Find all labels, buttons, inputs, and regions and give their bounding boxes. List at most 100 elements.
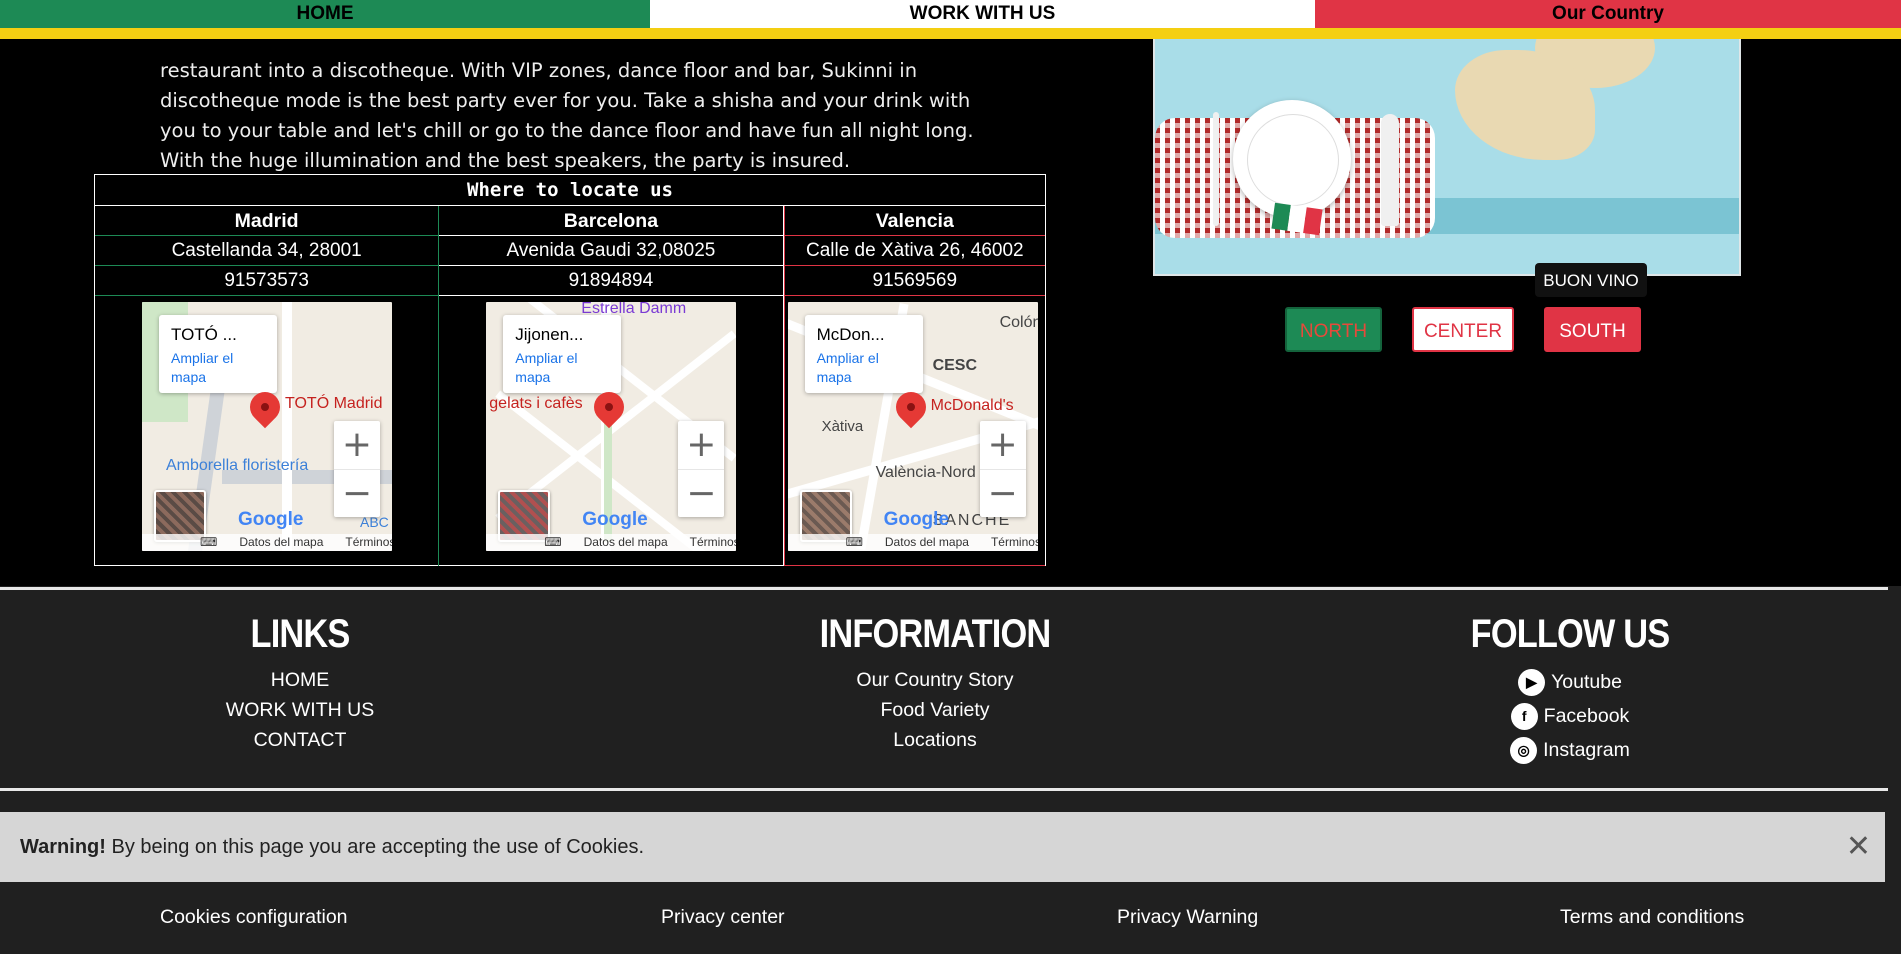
footer-contact-link[interactable]: CONTACT: [200, 725, 400, 755]
close-icon[interactable]: ✕: [1846, 812, 1871, 882]
youtube-icon: ▶: [1518, 668, 1546, 696]
map-label: CESC: [932, 357, 978, 374]
map-label: Amborella floristería: [166, 457, 309, 474]
site-footer: LINKS HOME WORK WITH US CONTACT INFORMAT…: [0, 586, 1901, 954]
locations-table: Where to locate us Madrid Castellanda 34…: [94, 174, 1046, 566]
italy-illustration: [1153, 36, 1741, 276]
map-info-card: TOTÓ ... Ampliar el mapa: [159, 315, 277, 393]
map-label: Colón: [999, 314, 1038, 331]
footer-country-story-link[interactable]: Our Country Story: [795, 665, 1075, 695]
nav-yellow-stripe: [0, 28, 1901, 39]
map-info-card: Jijonen... Ampliar el mapa: [503, 315, 622, 393]
footer-links-title: LINKS: [250, 612, 351, 656]
terms-link[interactable]: Terms and conditions: [1560, 906, 1744, 929]
cookies-configuration-link[interactable]: Cookies configuration: [160, 906, 348, 929]
nav-work-with-us-link[interactable]: WORK WITH US: [650, 0, 1315, 28]
city-address: Avenida Gaudi 32,08025: [439, 236, 783, 266]
city-phone: 91573573: [95, 266, 439, 296]
map-terms-link[interactable]: Términos: [345, 535, 392, 549]
facebook-link[interactable]: f Facebook: [1450, 699, 1690, 733]
madrid-column: Madrid Castellanda 34, 28001 91573573 TO…: [95, 206, 440, 566]
map-terms-link[interactable]: Términos: [690, 535, 737, 549]
map-zoom-control: + −: [334, 421, 380, 517]
zoom-out-button[interactable]: −: [334, 469, 380, 518]
footer-divider: [0, 587, 1888, 590]
nav-our-country-link[interactable]: Our Country: [1315, 0, 1901, 28]
facebook-icon: f: [1510, 702, 1538, 730]
map-enlarge-link[interactable]: Ampliar el mapa: [817, 350, 879, 385]
footer-information-title: INFORMATION: [819, 612, 1052, 656]
region-tooltip: BUON VINO: [1535, 263, 1647, 297]
instagram-icon: ◎: [1510, 736, 1538, 764]
spoon-icon: [1381, 114, 1399, 226]
footer-locations-link[interactable]: Locations: [795, 725, 1075, 755]
fork-icon: [1213, 112, 1219, 226]
map-place-name: Jijonen...: [515, 325, 584, 344]
city-name: Barcelona: [439, 206, 783, 236]
map-zoom-control: + −: [678, 421, 725, 518]
instagram-link[interactable]: ◎ Instagram: [1450, 733, 1690, 767]
google-logo: Google: [238, 509, 304, 530]
cookie-warning-banner: Warning! By being on this page you are a…: [0, 812, 1885, 882]
map-label: Xàtiva: [821, 418, 864, 435]
map-place-name: TOTÓ ...: [171, 325, 237, 344]
zoom-out-button[interactable]: −: [678, 469, 725, 518]
city-address: Castellanda 34, 28001: [95, 236, 439, 266]
map-data-link[interactable]: Datos del mapa: [584, 535, 668, 549]
map-label: València-Nord: [875, 464, 976, 481]
keyboard-icon[interactable]: ⌨: [544, 535, 561, 549]
map-enlarge-link[interactable]: Ampliar el mapa: [171, 350, 233, 385]
footer-home-link[interactable]: HOME: [200, 665, 400, 695]
zoom-in-button[interactable]: +: [334, 421, 380, 469]
map-label: McDonald's: [930, 397, 1014, 414]
google-logo: Google: [582, 509, 648, 530]
footer-follow-column: FOLLOW US ▶ Youtube f Facebook ◎ Instagram: [1450, 612, 1690, 767]
map-data-link[interactable]: Datos del mapa: [239, 535, 323, 549]
footer-follow-title: FOLLOW US: [1470, 612, 1670, 656]
map-terms-link[interactable]: Términos: [991, 535, 1038, 549]
footer-food-variety-link[interactable]: Food Variety: [795, 695, 1075, 725]
city-name: Madrid: [95, 206, 439, 236]
map-place-name: McDon...: [816, 325, 885, 344]
cookie-warning-text: By being on this page you are accepting …: [105, 836, 645, 858]
north-button[interactable]: NORTH: [1285, 307, 1382, 352]
map-label: gelats i cafès: [489, 395, 583, 412]
plate-icon: [1233, 100, 1351, 218]
youtube-link[interactable]: ▶ Youtube: [1450, 665, 1690, 699]
zoom-in-button[interactable]: +: [980, 421, 1026, 469]
map-footer: ⌨ Datos del mapa Términos: [486, 534, 737, 551]
locations-title: Where to locate us: [95, 175, 1045, 206]
keyboard-icon[interactable]: ⌨: [846, 535, 863, 549]
city-phone: 91894894: [439, 266, 783, 296]
google-logo: Google: [883, 509, 950, 530]
footer-divider: [0, 788, 1888, 791]
barcelona-map[interactable]: Estrella Damm Jijonen... Ampliar el mapa…: [486, 302, 737, 551]
zoom-in-button[interactable]: +: [678, 421, 724, 469]
map-enlarge-link[interactable]: Ampliar el mapa: [515, 350, 577, 385]
south-button[interactable]: SOUTH: [1544, 307, 1641, 352]
city-address: Calle de Xàtiva 26, 46002: [784, 236, 1046, 266]
valencia-map[interactable]: Colón CESC McDon... Ampliar el mapa McDo…: [787, 302, 1038, 551]
barcelona-column: Barcelona Avenida Gaudi 32,08025 9189489…: [439, 206, 784, 566]
center-button[interactable]: CENTER: [1412, 307, 1514, 352]
madrid-map[interactable]: TOTÓ ... Ampliar el mapa TOTÓ Madrid Amb…: [142, 302, 392, 551]
footer-work-link[interactable]: WORK WITH US: [200, 695, 400, 725]
zoom-out-button[interactable]: −: [979, 469, 1026, 518]
city-name: Valencia: [784, 206, 1046, 236]
map-zoom-control: + −: [979, 421, 1026, 518]
map-footer: ⌨ Datos del mapa Términos: [787, 534, 1038, 551]
map-footer: ⌨ Datos del mapa Términos: [142, 534, 392, 551]
city-phone: 91569569: [784, 266, 1046, 296]
nav-home-link[interactable]: HOME: [0, 0, 650, 28]
privacy-warning-link[interactable]: Privacy Warning: [1117, 906, 1258, 929]
valencia-column: Valencia Calle de Xàtiva 26, 46002 91569…: [783, 206, 1046, 566]
map-info-card: McDon... Ampliar el mapa: [804, 315, 923, 393]
top-nav: HOME WORK WITH US Our Country: [0, 0, 1901, 39]
privacy-center-link[interactable]: Privacy center: [661, 906, 785, 929]
map-label: TOTÓ Madrid: [285, 395, 383, 412]
map-data-link[interactable]: Datos del mapa: [885, 535, 969, 549]
cookie-warning-label: Warning!: [20, 836, 106, 858]
intro-paragraph: restaurant into a discotheque. With VIP …: [160, 58, 974, 172]
footer-information-column: INFORMATION Our Country Story Food Varie…: [795, 612, 1075, 755]
keyboard-icon[interactable]: ⌨: [200, 535, 217, 549]
